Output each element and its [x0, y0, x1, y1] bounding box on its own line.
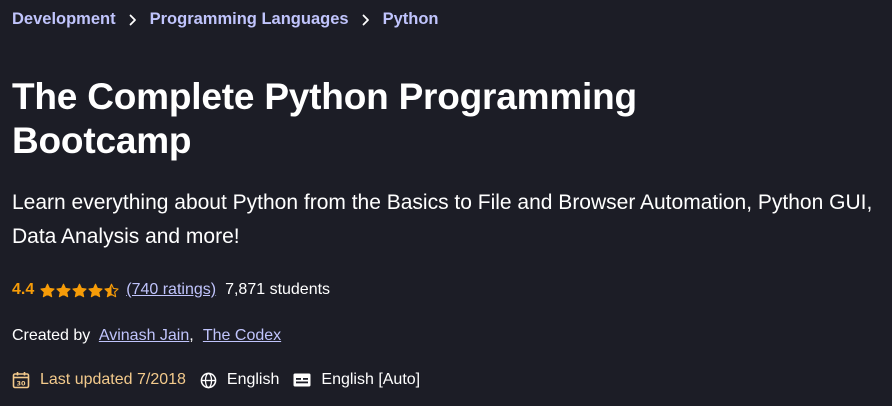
author-separator: ,: [189, 327, 194, 344]
captions: English [Auto]: [293, 371, 420, 389]
rating-row: 4.4 (740 ratings) 7,871 students: [12, 281, 330, 299]
author-link-avinash-jain[interactable]: Avinash Jain: [99, 327, 189, 344]
created-by-label: Created by: [12, 327, 91, 344]
star-icon: [88, 283, 103, 297]
created-by: Created by Avinash Jain, The Codex: [12, 327, 281, 345]
language-text: English: [226, 371, 280, 388]
globe-icon: [200, 372, 217, 388]
last-updated: 30 Last updated 7/2018: [12, 371, 186, 389]
breadcrumb-python[interactable]: Python: [383, 10, 439, 29]
star-icon: [56, 283, 71, 297]
chevron-right-icon: [129, 14, 139, 26]
ratings-count-link[interactable]: (740 ratings): [126, 281, 216, 299]
captions-text: English [Auto]: [321, 371, 421, 388]
star-icon: [104, 283, 119, 297]
course-meta: 30 Last updated 7/2018 English English […: [12, 371, 434, 389]
rating-score: 4.4: [12, 281, 35, 298]
students-count: 7,871 students: [225, 281, 331, 298]
author-link-the-codex[interactable]: The Codex: [203, 327, 281, 344]
breadcrumb-development[interactable]: Development: [12, 10, 116, 29]
calendar-day: 30: [16, 379, 26, 387]
star-rating: [40, 283, 120, 298]
course-title: The Complete Python Programming Bootcamp: [12, 76, 637, 161]
calendar-icon: 30: [12, 372, 30, 389]
star-icon: [40, 283, 55, 297]
language: English: [200, 371, 279, 389]
course-subtitle: Learn everything about Python from the B…: [12, 191, 873, 248]
last-updated-text: Last updated 7/2018: [40, 371, 186, 388]
closed-captions-icon: [293, 373, 311, 387]
breadcrumb-programming-languages[interactable]: Programming Languages: [150, 10, 349, 29]
star-icon: [72, 283, 87, 297]
chevron-right-icon: [362, 14, 372, 26]
breadcrumb: Development Programming Languages Python: [12, 10, 438, 29]
